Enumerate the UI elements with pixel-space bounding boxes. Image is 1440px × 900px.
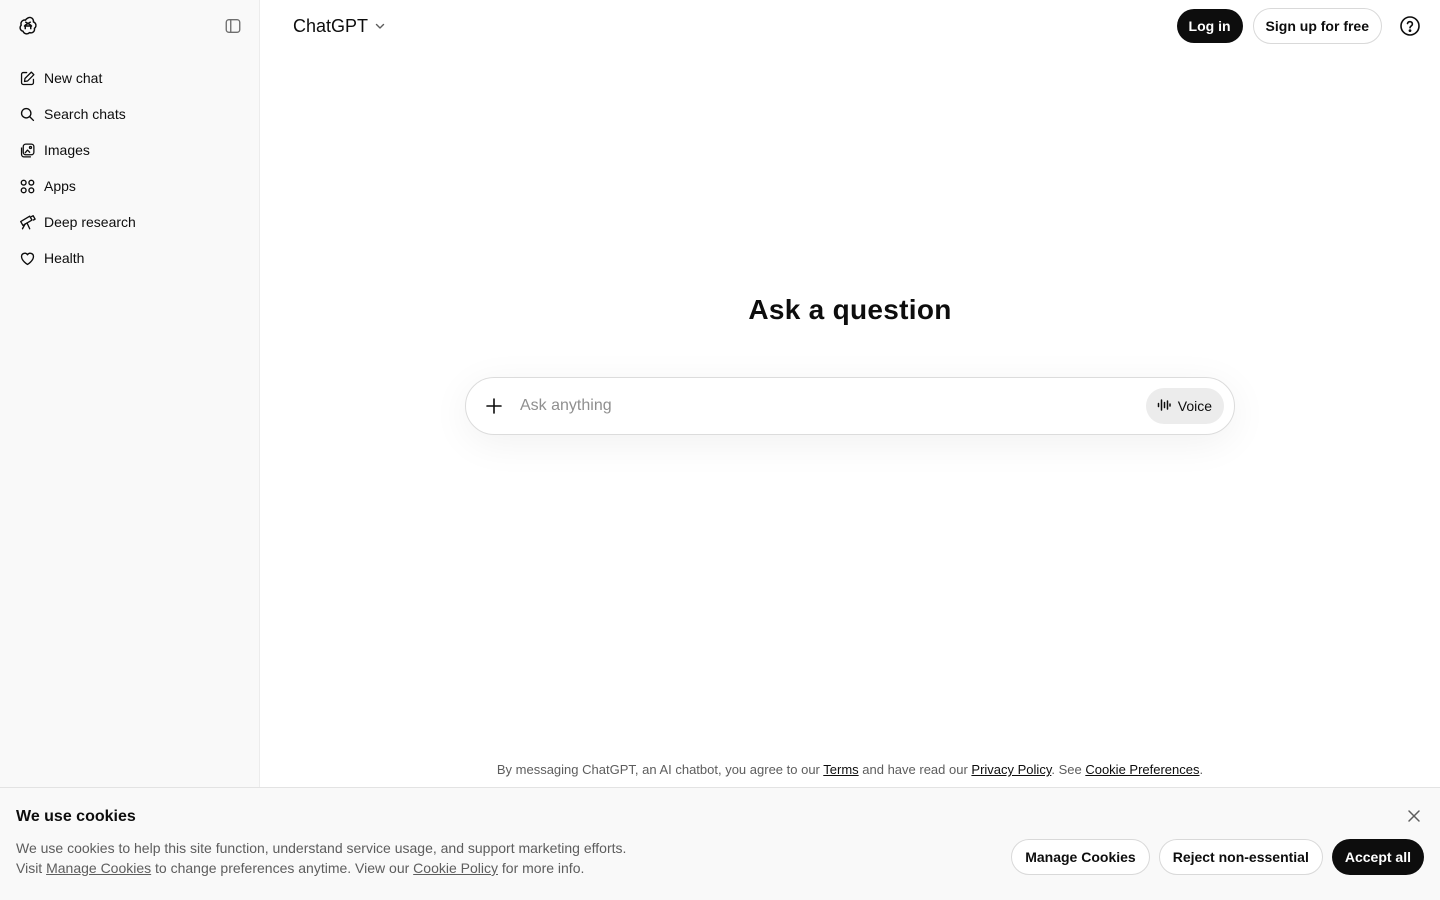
sidebar-item-label: Images xyxy=(44,142,90,158)
apps-grid-icon xyxy=(18,177,36,195)
page-title: Ask a question xyxy=(748,294,952,325)
cookie-preferences-link[interactable]: Cookie Preferences xyxy=(1085,762,1199,777)
sidebar-item-label: Apps xyxy=(44,178,76,194)
signup-button[interactable]: Sign up for free xyxy=(1252,8,1382,44)
sidebar-item-apps[interactable]: Apps xyxy=(8,168,251,204)
disclaimer-text: . xyxy=(1199,762,1204,777)
sidebar-item-label: Health xyxy=(44,250,85,266)
reject-non-essential-button[interactable]: Reject non-essential xyxy=(1158,839,1323,875)
privacy-policy-link[interactable]: Privacy Policy xyxy=(971,762,1051,777)
cookie-line: for more info. xyxy=(498,860,585,876)
disclaimer-text: and have read our xyxy=(858,762,972,777)
sidebar-item-label: Deep research xyxy=(44,214,136,230)
cookie-policy-link[interactable]: Cookie Policy xyxy=(413,860,498,876)
voice-waveform-icon xyxy=(1156,397,1172,416)
accept-all-button[interactable]: Accept all xyxy=(1331,839,1424,875)
images-icon xyxy=(18,141,36,159)
heart-icon xyxy=(18,249,36,267)
header-actions: Log in Sign up for free xyxy=(1176,8,1422,44)
sidebar: New chat Search chats Images Apps Deep r… xyxy=(0,0,260,900)
prompt-input[interactable] xyxy=(520,397,1146,415)
cookie-title: We use cookies xyxy=(16,808,136,825)
voice-button[interactable]: Voice xyxy=(1145,388,1224,424)
disclaimer-text: By messaging ChatGPT, an AI chatbot, you… xyxy=(496,762,824,777)
sidebar-item-search-chats[interactable]: Search chats xyxy=(8,96,251,132)
sidebar-item-label: Search chats xyxy=(44,106,126,122)
sidebar-header xyxy=(0,0,259,52)
cookie-banner: We use cookies We use cookies to help th… xyxy=(0,787,1440,900)
model-label: ChatGPT xyxy=(293,15,369,36)
top-header: ChatGPT Log in Sign up for free xyxy=(260,0,1440,52)
model-selector[interactable]: ChatGPT xyxy=(293,16,386,37)
cookie-line: We use cookies to help this site functio… xyxy=(16,840,627,856)
legal-disclaimer: By messaging ChatGPT, an AI chatbot, you… xyxy=(260,762,1440,777)
voice-label: Voice xyxy=(1177,398,1212,414)
close-icon[interactable] xyxy=(1406,808,1422,824)
sidebar-toggle-icon[interactable] xyxy=(223,16,243,36)
openai-logo-icon[interactable] xyxy=(16,14,40,38)
edit-icon xyxy=(18,69,36,87)
sidebar-item-label: New chat xyxy=(44,70,103,86)
cookie-line: to change preferences anytime. View our xyxy=(151,860,414,876)
telescope-icon xyxy=(18,213,36,231)
chevron-down-icon xyxy=(374,16,386,37)
help-icon[interactable] xyxy=(1398,14,1422,38)
cookie-actions: Manage Cookies Reject non-essential Acce… xyxy=(1011,839,1424,875)
sidebar-item-health[interactable]: Health xyxy=(8,240,251,276)
sidebar-item-deep-research[interactable]: Deep research xyxy=(8,204,251,240)
cookie-line: Visit xyxy=(16,860,47,876)
sidebar-item-images[interactable]: Images xyxy=(8,132,251,168)
cookie-description: We use cookies to help this site functio… xyxy=(16,838,626,878)
disclaimer-text: . See xyxy=(1051,762,1086,777)
sidebar-nav: New chat Search chats Images Apps Deep r… xyxy=(0,60,259,276)
manage-cookies-button[interactable]: Manage Cookies xyxy=(1011,839,1150,875)
login-button[interactable]: Log in xyxy=(1176,9,1243,43)
manage-cookies-link[interactable]: Manage Cookies xyxy=(46,860,151,876)
plus-icon[interactable] xyxy=(484,396,504,416)
terms-link[interactable]: Terms xyxy=(823,762,858,777)
search-icon xyxy=(18,105,36,123)
composer: Voice xyxy=(465,377,1235,435)
sidebar-item-new-chat[interactable]: New chat xyxy=(8,60,251,96)
